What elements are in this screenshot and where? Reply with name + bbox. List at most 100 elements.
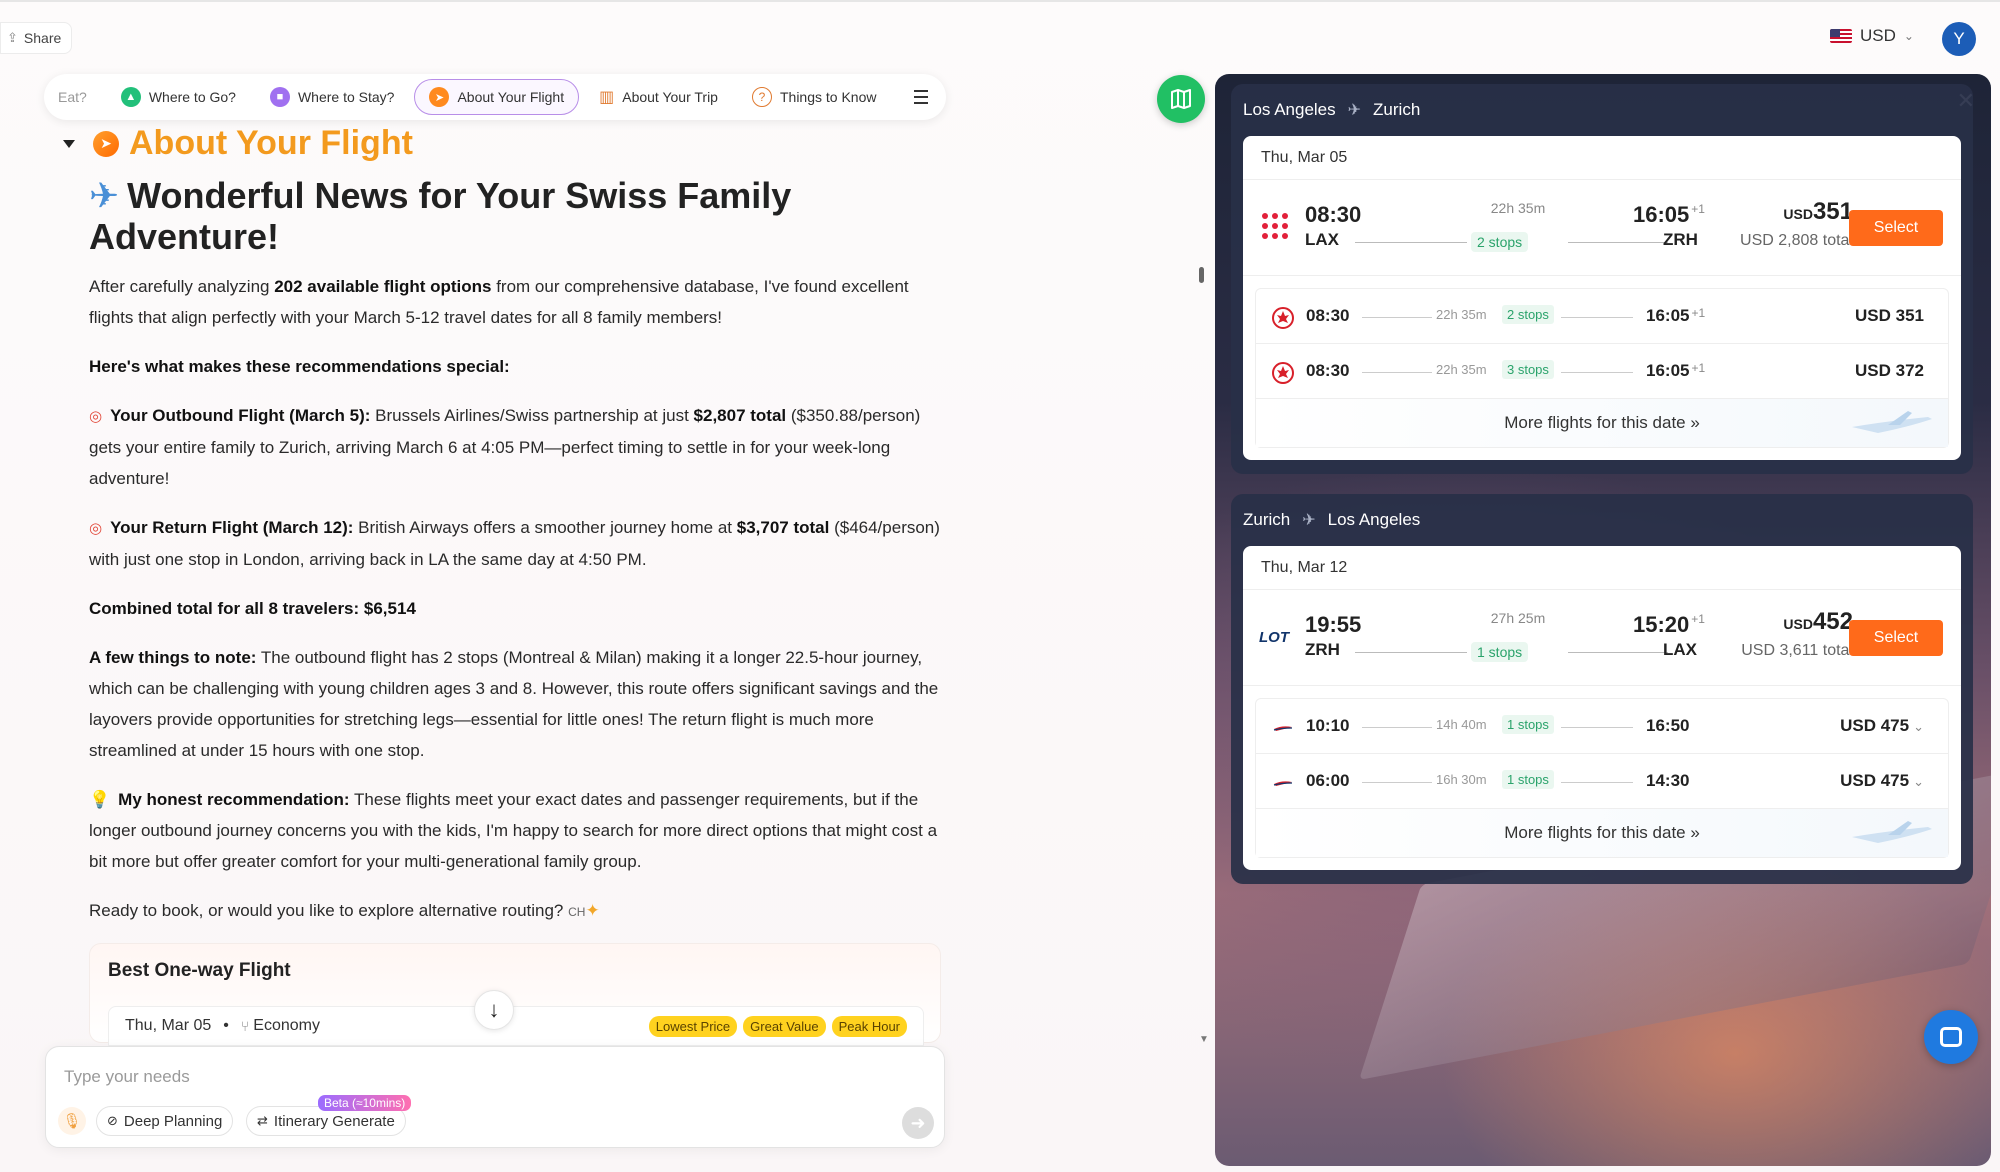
select-button[interactable]: Select: [1849, 620, 1943, 656]
alt-departure-time: 08:30: [1306, 361, 1350, 380]
compass-icon: ▲: [120, 87, 141, 107]
sparkle-icon: ✦: [585, 901, 600, 920]
alt-arrival-time: 16:05 +1: [1646, 306, 1706, 325]
best-flight-date: Thu, Mar 05: [125, 1017, 212, 1034]
airplane-icon: ✈: [1302, 512, 1316, 529]
itinerary-label: Itinerary Generate: [273, 1112, 395, 1130]
us-flag-icon: [1830, 29, 1852, 43]
chat-input[interactable]: [64, 1067, 864, 1087]
section-title: About Your Flight: [129, 124, 413, 162]
airplane-illustration-icon: [1852, 821, 1932, 843]
route-header: Zurich ✈ Los Angeles: [1243, 494, 1961, 546]
route-origin: Zurich: [1243, 510, 1291, 529]
british-airways-logo-icon: [1273, 726, 1293, 731]
scrollbar-thumb[interactable]: [1199, 267, 1204, 283]
target-icon: ◎: [89, 408, 103, 425]
flight-card: Thu, Mar 05 08:30 LAX 22h 35m 2 stops 16…: [1243, 136, 1961, 460]
departure-time: 19:55: [1305, 612, 1362, 637]
alt-flight-row[interactable]: 10:10 14h 40m 1 stops 16:50 USD 475 ⌄: [1256, 699, 1948, 754]
tab-about-your-flight[interactable]: ➤ About Your Flight: [414, 79, 580, 115]
lang-tag: CH: [568, 905, 586, 919]
map-icon: [1171, 89, 1191, 109]
tab-label: About Your Trip: [622, 89, 718, 105]
alt-arrival-time: 14:30: [1646, 771, 1690, 790]
main-flight-row[interactable]: 08:30 LAX 22h 35m 2 stops 16:05 +1 ZRH US…: [1243, 180, 1961, 276]
select-button[interactable]: Select: [1849, 210, 1943, 246]
tab-where-to-stay[interactable]: ■ Where to Stay?: [256, 79, 409, 115]
list-menu-icon[interactable]: [906, 82, 936, 112]
more-flights-link[interactable]: More flights for this date »: [1256, 399, 1948, 447]
beta-badge: Beta (≈10mins): [318, 1095, 412, 1111]
svg-text:LOT: LOT: [1259, 629, 1291, 646]
alt-stops-badge: 2 stops: [1502, 305, 1554, 324]
chevron-down-icon: ⌄: [1913, 774, 1924, 789]
route-destination: Los Angeles: [1327, 510, 1421, 529]
target-icon: ◎: [89, 520, 103, 537]
outbound-paragraph: ◎ Your Outbound Flight (March 5): Brussel…: [89, 406, 921, 488]
section-header[interactable]: ➤ About Your Flight: [63, 124, 945, 163]
best-flight-title: Best One-way Flight: [108, 960, 291, 981]
tag-lowest-price: Lowest Price: [648, 1015, 738, 1037]
tab-label: Where to Stay?: [297, 89, 395, 105]
alt-departure-time: 06:00: [1306, 771, 1350, 790]
scroll-to-bottom-button[interactable]: ↓: [474, 990, 514, 1030]
tab-eat[interactable]: Eat?: [54, 79, 101, 115]
alt-duration: 22h 35m: [1436, 362, 1487, 377]
arrival-time: 15:20 +1: [1633, 612, 1705, 637]
message-headline: ✈ Wonderful News for Your Swiss Family Ad…: [89, 175, 849, 257]
recommendation-paragraph: 💡 My honest recommendation: These flights…: [89, 790, 938, 871]
brussels-airlines-logo-icon: [1262, 213, 1288, 239]
send-button[interactable]: ➜: [902, 1107, 934, 1139]
route-header: Los Angeles ✈ Zurich: [1243, 84, 1961, 136]
best-flight-row[interactable]: Thu, Mar 05 • ⑂ Economy Lowest Price Gre…: [108, 1006, 924, 1046]
share-button[interactable]: ⇪ Share: [0, 22, 73, 54]
collapse-caret-icon[interactable]: [63, 139, 75, 148]
more-flights-label: More flights for this date »: [1504, 823, 1700, 842]
air-canada-logo-icon: [1272, 307, 1294, 329]
lot-airlines-logo-icon: LOT: [1259, 629, 1291, 646]
section-tab-bar: Eat? ▲ Where to Go? ■ Where to Stay? ➤ A…: [44, 74, 946, 120]
avatar[interactable]: Y: [1942, 22, 1976, 56]
closing-paragraph: Ready to book, or would you like to expl…: [89, 901, 600, 920]
alt-flight-row[interactable]: 08:30 22h 35m 2 stops 16:05 +1 USD 351: [1256, 289, 1948, 344]
alt-flight-row[interactable]: 06:00 16h 30m 1 stops 14:30 USD 475 ⌄: [1256, 754, 1948, 809]
airplane-icon: ✈: [1347, 102, 1362, 119]
alt-price[interactable]: USD 475 ⌄: [1840, 771, 1924, 791]
map-icon: ▥: [599, 89, 615, 106]
arrival-time: 16:05 +1: [1633, 202, 1705, 227]
alt-arrival-time: 16:05 +1: [1646, 361, 1706, 380]
tab-things-to-know[interactable]: ? Things to Know: [738, 79, 891, 115]
tag-peak-hour: Peak Hour: [831, 1015, 907, 1037]
best-flight-card[interactable]: Best One-way Flight Thu, Mar 05 • ⑂ Econ…: [89, 943, 941, 1046]
main-flight-row[interactable]: LOT 19:55 ZRH 27h 25m 1 stops 15:20 +1 LA…: [1243, 590, 1961, 686]
deep-planning-button[interactable]: ⊘ Deep Planning: [96, 1106, 234, 1136]
more-flights-link[interactable]: More flights for this date »: [1256, 809, 1948, 857]
currency-selector[interactable]: USD ⌄: [1830, 26, 1914, 46]
alt-duration: 14h 40m: [1436, 717, 1487, 732]
alt-flight-row[interactable]: 08:30 22h 35m 3 stops 16:05 +1 USD 372: [1256, 344, 1948, 399]
microphone-icon[interactable]: 🎙: [58, 1107, 86, 1135]
tab-where-to-go[interactable]: ▲ Where to Go?: [107, 79, 250, 115]
scrollbar-down-arrow[interactable]: ▼: [1199, 1034, 1209, 1045]
alt-price: USD 372: [1855, 361, 1924, 380]
arrival-code: LAX: [1663, 640, 1697, 659]
alt-stops-badge: 3 stops: [1502, 360, 1554, 379]
tab-about-your-trip[interactable]: ▥ About Your Trip: [585, 79, 732, 115]
share-label: Share: [23, 30, 62, 46]
alt-price[interactable]: USD 475 ⌄: [1840, 716, 1924, 736]
flight-total: USD 2,808 total: [1740, 232, 1853, 249]
map-toggle-button[interactable]: [1157, 75, 1205, 123]
combined-total: Combined total for all 8 travelers: $6,5…: [89, 599, 416, 618]
planning-icon: ⊘: [107, 1113, 118, 1128]
route-origin: Los Angeles: [1243, 100, 1336, 119]
chat-input-box: 🎙 ⊘ Deep Planning ⇄ Itinerary Generate B…: [45, 1046, 945, 1148]
top-divider: [0, 0, 2000, 2]
deep-planning-label: Deep Planning: [123, 1112, 223, 1130]
alt-departure-time: 08:30: [1306, 306, 1350, 325]
arrival-code: ZRH: [1663, 230, 1698, 249]
flight-icon: ➤: [429, 87, 450, 107]
headline-text: Wonderful News for Your Swiss Family Adv…: [89, 175, 792, 257]
alt-stops-badge: 1 stops: [1502, 770, 1554, 789]
support-chat-button[interactable]: [1924, 1010, 1978, 1064]
chevron-down-icon: ⌄: [1903, 29, 1914, 43]
